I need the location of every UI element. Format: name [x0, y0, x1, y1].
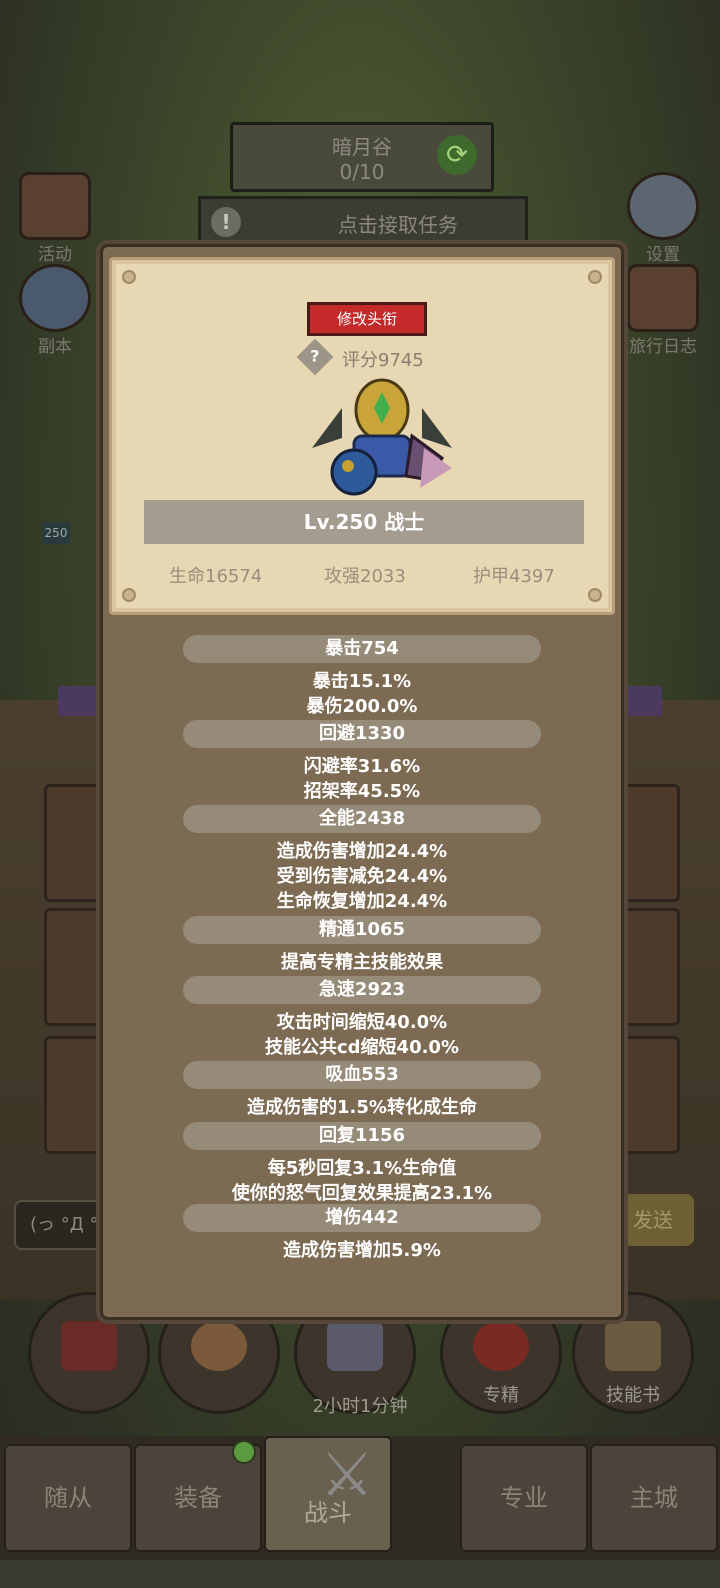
dungeon-button[interactable]: 副本: [10, 264, 100, 357]
attr-line: 造成伤害的1.5%转化成生命: [247, 1097, 477, 1118]
tab-profession[interactable]: 专业: [460, 1444, 588, 1552]
attr-damage-bonus-title: 增伤442: [183, 1204, 541, 1232]
attr-line: 造成伤害增加24.4%: [276, 841, 448, 862]
task-button-label: 点击接取任务: [338, 213, 458, 237]
attr-line: 暴伤200.0%: [306, 696, 418, 717]
attr-crit-title: 暴击754: [183, 635, 541, 663]
dungeon-label: 副本: [38, 337, 72, 357]
pin-icon: [122, 270, 136, 284]
attr-lifesteal-title: 吸血553: [183, 1061, 541, 1089]
attr-line: 受到伤害减免24.4%: [276, 866, 448, 887]
chest-icon: [327, 1321, 383, 1371]
character-stats-popup: 修改头衔 ? 评分9745 Lv.250 战士 生命16574 攻强2033 护…: [100, 244, 624, 1320]
bread-icon: [191, 1321, 247, 1371]
attr-line: 使你的怒气回复效果提高23.1%: [231, 1183, 493, 1204]
attr-line: 技能公共cd缩短40.0%: [264, 1037, 459, 1058]
attr-line: 招架率45.5%: [303, 781, 421, 802]
potion-icon: [61, 1321, 117, 1371]
armor-stat: 护甲4397: [473, 566, 555, 587]
level-badge: 250: [42, 522, 70, 544]
base-stats: 生命16574 攻强2033 护甲4397: [112, 562, 612, 592]
send-button[interactable]: 发送: [612, 1194, 694, 1246]
level-class-banner: Lv.250 战士: [144, 500, 584, 544]
tab-main-city[interactable]: 主城: [590, 1444, 718, 1552]
book-icon: [627, 264, 699, 332]
attr-regen-title: 回复1156: [183, 1122, 541, 1150]
settings-label: 设置: [646, 245, 680, 265]
attr-line: 造成伤害增加5.9%: [283, 1240, 441, 1261]
attr-line: 每5秒回复3.1%生命值: [267, 1158, 457, 1179]
score-row: ? 评分9745: [296, 338, 442, 376]
chest-timer: 2小时1分钟: [312, 1396, 408, 1417]
gear-icon: [627, 172, 699, 240]
attr-dodge-title: 回避1330: [183, 720, 541, 748]
refresh-icon[interactable]: ⟳: [437, 135, 477, 175]
activity-label: 活动: [38, 245, 72, 265]
attack-stat: 攻强2033: [324, 566, 406, 587]
attr-versatility-title: 全能2438: [183, 805, 541, 833]
travel-log-button[interactable]: 旅行日志: [618, 264, 708, 357]
attr-line: 生命恢复增加24.4%: [276, 891, 448, 912]
attr-mastery-title: 精通1065: [183, 916, 541, 944]
exclamation-icon: !: [211, 207, 241, 237]
notification-dot: [232, 1440, 256, 1464]
hp-stat: 生命16574: [169, 566, 263, 587]
specialization-label: 专精: [483, 1385, 519, 1406]
map-panel[interactable]: 暗月谷 0/10 ⟳: [230, 122, 494, 192]
attr-haste-title: 急速2923: [183, 976, 541, 1004]
attr-line: 提高专精主技能效果: [281, 952, 443, 973]
help-icon[interactable]: ?: [296, 338, 334, 376]
skill-book-label: 技能书: [606, 1385, 660, 1406]
score-value: 评分9745: [342, 350, 424, 371]
dungeon-icon: [19, 264, 91, 332]
attr-line: 暴击15.1%: [312, 671, 412, 692]
book-icon: [605, 1321, 661, 1371]
task-panel[interactable]: ! 点击接取任务: [198, 196, 528, 250]
attr-line: 闪避率31.6%: [303, 756, 421, 777]
tab-followers[interactable]: 随从: [4, 1444, 132, 1552]
settings-button[interactable]: 设置: [618, 172, 708, 265]
target-icon: [473, 1321, 529, 1371]
warrior-avatar: [312, 378, 452, 496]
character-card: 修改头衔 ? 评分9745 Lv.250 战士 生命16574 攻强2033 护…: [109, 257, 615, 615]
edit-title-button[interactable]: 修改头衔: [307, 302, 427, 336]
attr-line: 攻击时间缩短40.0%: [276, 1012, 448, 1033]
crossed-swords-icon: ⚔: [320, 1440, 374, 1510]
pin-icon: [588, 270, 602, 284]
activity-button[interactable]: 活动: [10, 172, 100, 265]
activity-icon: [19, 172, 91, 240]
travel-log-label: 旅行日志: [629, 337, 697, 357]
